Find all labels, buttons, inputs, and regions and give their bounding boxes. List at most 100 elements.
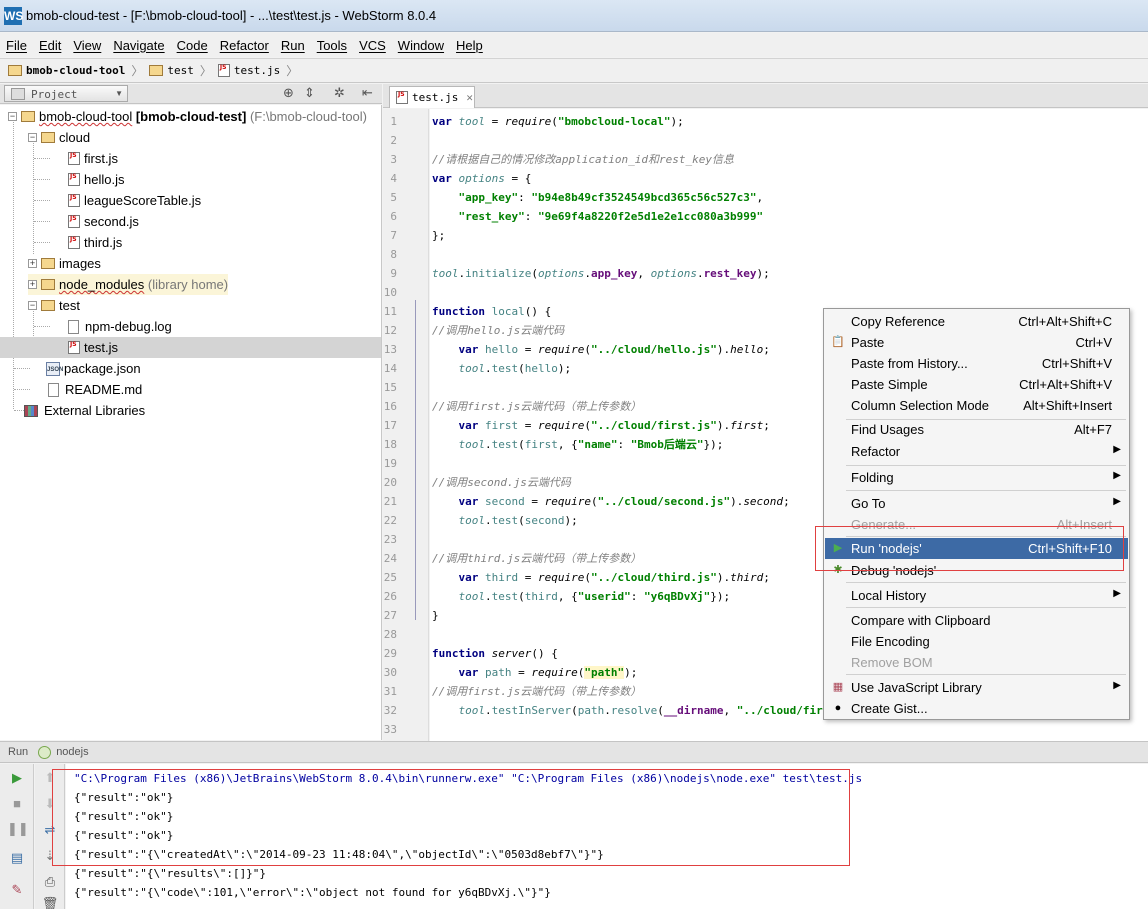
menu-run[interactable]: Run — [281, 38, 305, 53]
trash-icon[interactable]: 🗑 — [40, 896, 60, 909]
line-number: 29 — [383, 647, 397, 660]
js-file-icon: JS — [68, 236, 80, 249]
code-line: }; — [432, 229, 446, 242]
tree-item-label: hello.js — [84, 172, 125, 187]
menu-item-copy-reference[interactable]: Copy Reference Ctrl+Alt+Shift+C — [825, 311, 1128, 332]
library-icon: ▦ — [832, 681, 844, 693]
menu-item-paste[interactable]: 📋 Paste Ctrl+V — [825, 332, 1128, 353]
menu-file[interactable]: File — [6, 38, 27, 53]
layout-icon[interactable]: ▤ — [7, 850, 27, 866]
stop-icon[interactable]: ■ — [7, 796, 27, 811]
code-line: var options = { — [432, 172, 532, 185]
close-icon[interactable]: ✕ — [466, 91, 473, 104]
print-icon[interactable]: ⎙ — [40, 874, 60, 890]
tree-item-test-js[interactable]: JS test.js — [0, 337, 381, 358]
pin-icon[interactable]: ✎ — [7, 882, 27, 898]
gear-icon[interactable]: ✲ — [334, 85, 345, 101]
line-number: 4 — [390, 172, 397, 185]
breadcrumb-test-folder[interactable]: test — [149, 64, 194, 77]
text-file-icon — [48, 382, 59, 397]
menu-vcs[interactable]: VCS — [359, 38, 386, 53]
line-number: 7 — [390, 229, 397, 242]
line-number: 24 — [383, 552, 397, 565]
menu-navigate[interactable]: Navigate — [113, 38, 164, 53]
code-line: var second = require("../cloud/second.js… — [458, 495, 790, 508]
menu-item-go-to[interactable]: Go To ▶ — [825, 493, 1128, 514]
code-line: //请根据自己的情况修改application_id和rest_key信息 — [432, 153, 734, 166]
tree-item-second-js[interactable]: JS second.js — [68, 211, 139, 232]
code-line: tool.testInServer(path.resolve(__dirname… — [458, 704, 837, 717]
collapse-all-icon[interactable]: ⇕ — [304, 85, 315, 101]
submenu-arrow-icon: ▶ — [1113, 470, 1121, 481]
menu-item-compare-clipboard[interactable]: Compare with Clipboard — [825, 610, 1128, 631]
code-line: "app_key": "b94e8b49cf3524549bcd365c56c5… — [458, 191, 764, 204]
tree-item-hello-js[interactable]: JS hello.js — [68, 169, 124, 190]
js-file-icon: JS — [396, 91, 408, 104]
collapse-icon[interactable]: − — [28, 301, 37, 310]
tree-item-label: test — [59, 298, 80, 313]
expand-icon[interactable]: + — [28, 280, 37, 289]
hide-panel-icon[interactable]: ⇤ — [362, 85, 373, 101]
code-line: tool.test(first, {"name": "Bmob后端云"}); — [458, 438, 724, 451]
menu-item-paste-from-history[interactable]: Paste from History... Ctrl+Shift+V — [825, 353, 1128, 374]
tree-item-cloud-folder[interactable]: − cloud — [28, 127, 90, 148]
menu-item-file-encoding[interactable]: File Encoding — [825, 631, 1128, 652]
tree-item-first-js[interactable]: JS first.js — [68, 148, 118, 169]
rerun-icon[interactable]: ▶ — [7, 770, 27, 786]
json-file-icon: JSON — [46, 361, 63, 376]
collapse-icon[interactable]: − — [28, 133, 37, 142]
tree-item-test-folder[interactable]: − test — [28, 295, 80, 316]
menu-item-paste-simple[interactable]: Paste Simple Ctrl+Alt+Shift+V — [825, 374, 1128, 395]
folder-icon — [41, 300, 55, 311]
line-number: 10 — [383, 286, 397, 299]
menu-tools[interactable]: Tools — [317, 38, 347, 53]
tree-item-images-folder[interactable]: + images — [28, 253, 101, 274]
run-toolbar: ▶ ■ ❚❚ ▤ ✎ — [0, 764, 34, 909]
tree-item-project-root[interactable]: − bmob-cloud-tool [bmob-cloud-test] (F:\… — [8, 106, 367, 127]
expand-icon[interactable]: + — [28, 259, 37, 268]
tab-test-js[interactable]: JS test.js ✕ — [389, 86, 475, 108]
line-number: 33 — [383, 723, 397, 736]
menu-help[interactable]: Help — [456, 38, 483, 53]
menu-item-folding[interactable]: Folding ▶ — [825, 467, 1128, 488]
code-line: //调用first.js云端代码（带上传参数） — [432, 685, 642, 698]
menu-code[interactable]: Code — [177, 38, 208, 53]
tree-item-package-json[interactable]: JSON package.json — [46, 358, 141, 379]
project-view-icon — [11, 88, 25, 100]
submenu-arrow-icon: ▶ — [1113, 444, 1121, 455]
folder-icon — [149, 65, 164, 76]
tree-item-library-home: (library home) — [147, 277, 229, 292]
tree-item-node-modules[interactable]: + node_modules (library home) — [28, 274, 229, 295]
breadcrumb-project-label: bmob-cloud-tool — [26, 64, 126, 77]
menu-item-refactor[interactable]: Refactor ▶ — [825, 441, 1128, 462]
folder-icon — [41, 258, 55, 269]
tree-item-label: package.json — [64, 361, 141, 376]
breadcrumb-project[interactable]: bmob-cloud-tool — [8, 64, 125, 77]
project-view-selector[interactable]: Project ▼ — [4, 85, 128, 102]
locate-icon[interactable]: ⊕ — [283, 85, 294, 101]
pause-icon[interactable]: ❚❚ — [7, 821, 29, 837]
line-number: 3 — [390, 153, 397, 166]
collapse-icon[interactable]: − — [8, 112, 17, 121]
run-config-tab[interactable]: nodejs — [56, 746, 88, 758]
tree-item-external-libraries[interactable]: External Libraries — [24, 400, 145, 421]
menu-refactor[interactable]: Refactor — [220, 38, 269, 53]
tree-item-npm-debug-log[interactable]: npm-debug.log — [68, 316, 172, 337]
menu-edit[interactable]: Edit — [39, 38, 61, 53]
code-line: tool.initialize(options.app_key, options… — [432, 267, 770, 280]
paste-icon: 📋 — [831, 336, 845, 348]
run-panel-title: Run — [8, 746, 29, 758]
tree-item-readme-md[interactable]: README.md — [48, 379, 142, 400]
menu-window[interactable]: Window — [398, 38, 444, 53]
menu-view[interactable]: View — [73, 38, 101, 53]
tree-item-leaguescoretable-js[interactable]: JS leagueScoreTable.js — [68, 190, 201, 211]
tree-item-third-js[interactable]: JS third.js — [68, 232, 122, 253]
menu-item-create-gist[interactable]: ● Create Gist... — [825, 698, 1128, 719]
submenu-arrow-icon: ▶ — [1113, 680, 1121, 691]
menu-item-use-js-library[interactable]: ▦ Use JavaScript Library ▶ — [825, 677, 1128, 698]
menu-item-find-usages[interactable]: Find Usages Alt+F7 — [825, 419, 1128, 440]
menu-item-column-selection[interactable]: Column Selection Mode Alt+Shift+Insert — [825, 395, 1128, 416]
menu-item-local-history[interactable]: Local History ▶ — [825, 585, 1128, 606]
breadcrumb-test-js[interactable]: JS test.js — [217, 64, 280, 77]
line-number: 12 — [383, 324, 397, 337]
